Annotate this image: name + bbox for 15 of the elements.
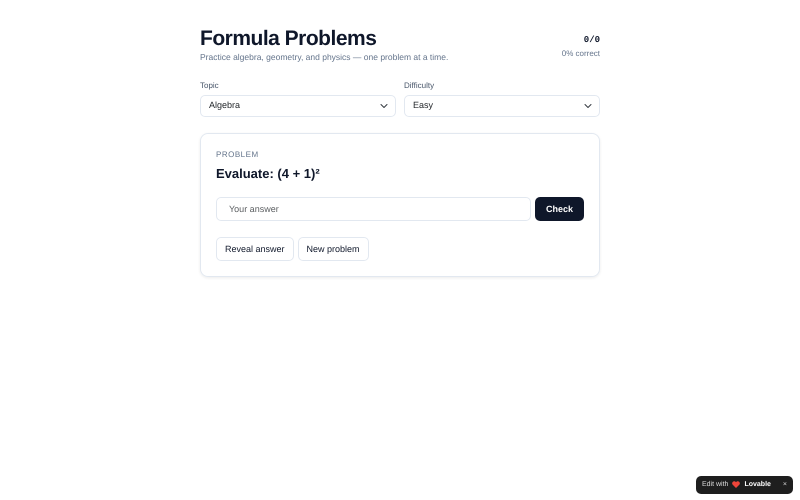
- problem-question: Evaluate: (4 + 1)²: [216, 164, 321, 183]
- field-label: Topic: [200, 80, 220, 92]
- answer-field[interactable]: Your answer: [216, 197, 531, 222]
- section-label: PROBLEM: [216, 148, 260, 161]
- action-button[interactable]: Reveal answer: [216, 237, 294, 262]
- accuracy: 0% correct: [562, 48, 600, 60]
- dropdown[interactable]: Algebra: [200, 94, 396, 117]
- score: 0/0: [582, 34, 600, 47]
- action-button[interactable]: New problem: [298, 237, 369, 262]
- subtitle: Practice algebra, geometry, and physics — one problem at a time.: [200, 51, 448, 64]
- check-button[interactable]: Check: [534, 197, 584, 222]
- field-label: Difficulty: [404, 80, 436, 92]
- page-title: Formula Problems: [200, 26, 378, 52]
- dropdown[interactable]: Easy: [404, 94, 600, 117]
- heart-icon: [732, 481, 740, 488]
